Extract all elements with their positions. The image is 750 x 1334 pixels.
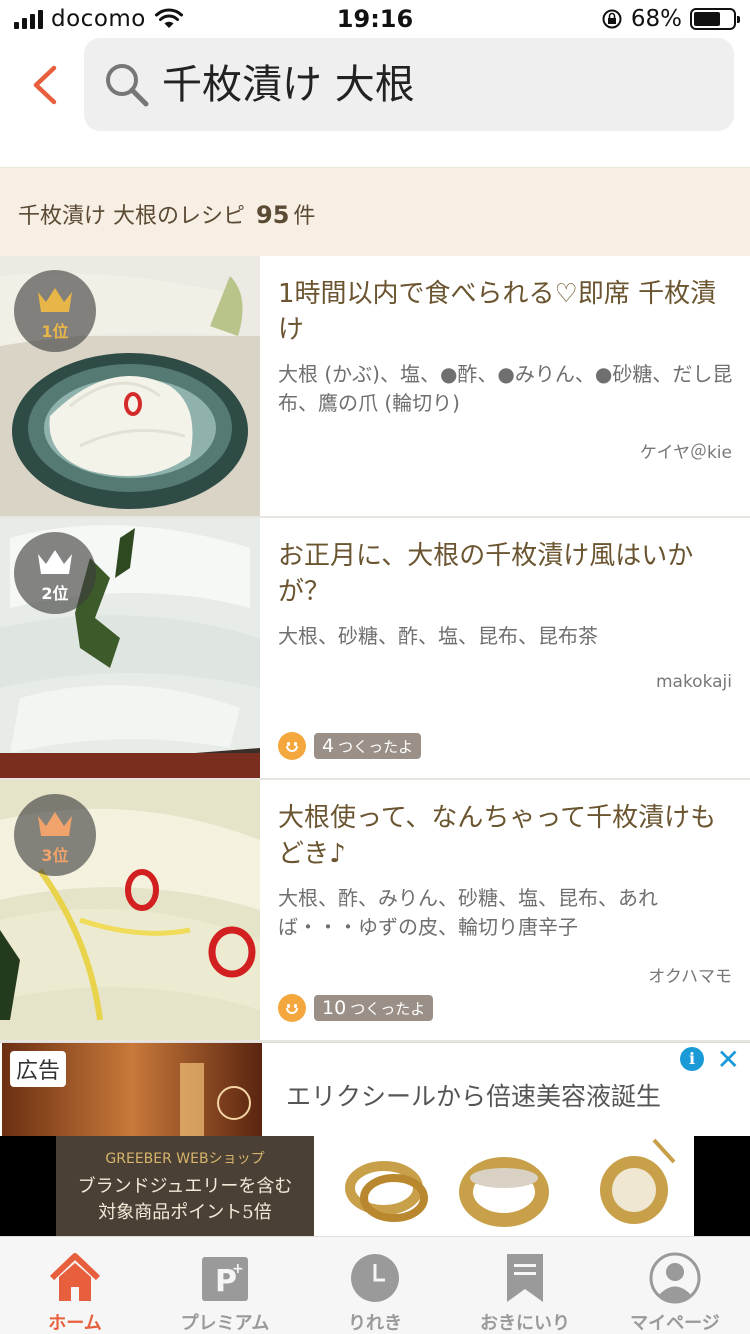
crown-icon xyxy=(38,812,72,836)
crown-icon xyxy=(38,550,72,574)
tab-label: マイページ xyxy=(630,1313,720,1334)
tab-label: ホーム xyxy=(48,1313,102,1334)
tab-bookmarks[interactable]: おきにいり xyxy=(450,1237,600,1334)
tab-history[interactable]: りれき xyxy=(300,1237,450,1334)
search-query[interactable]: 千枚漬け 大根 xyxy=(162,60,415,110)
recipe-card-3[interactable]: 3位 大根使って、なんちゃって千枚漬けもどき♪ 大根、酢、みりん、砂糖、塩、昆布… xyxy=(0,780,750,1042)
recipe-photo[interactable]: 2位 xyxy=(0,518,260,778)
smile-icon xyxy=(278,732,306,760)
ad-label: 広告 xyxy=(10,1051,67,1087)
header-divider xyxy=(0,150,750,168)
battery-percent: 68% xyxy=(630,6,682,32)
recipe-author[interactable]: オクハマモ xyxy=(648,962,732,987)
tsukurepo-label: つくったよ xyxy=(338,738,414,756)
banner-line-2: 対象商品ポイント5倍 xyxy=(98,1202,272,1223)
tab-premium[interactable]: P + プレミアム xyxy=(150,1237,300,1334)
recipe-photo[interactable]: 3位 xyxy=(0,780,260,1040)
banner-ad[interactable]: GREEBER WEBショップ ブランドジュエリーを含む 対象商品ポイント5倍 xyxy=(0,1136,750,1236)
recipe-ingredients: 大根 (かぶ)、塩、●酢、●みりん、●砂糖、だし昆布、鷹の爪 (輪切り) xyxy=(278,362,733,415)
recipe-photo[interactable]: 1位 xyxy=(0,256,260,516)
result-count-suffix: 件 xyxy=(293,204,316,229)
tsukurepo-count[interactable]: 10 つくったよ xyxy=(278,994,434,1022)
tab-home[interactable]: ホーム xyxy=(0,1237,150,1334)
recipe-title[interactable]: お正月に、大根の千枚漬け風はいかが？ xyxy=(278,538,734,610)
back-chevron-icon[interactable] xyxy=(26,62,66,108)
history-icon xyxy=(351,1254,399,1302)
result-count-number: 95 xyxy=(256,201,290,229)
tsukurepo-number: 10 xyxy=(322,997,347,1019)
recipe-ingredients: 大根、砂糖、酢、塩、昆布、昆布茶 xyxy=(278,624,598,648)
jewelry-image xyxy=(345,1138,676,1227)
recipe-card-2[interactable]: 2位 お正月に、大根の千枚漬け風はいかが？ 大根、砂糖、酢、塩、昆布、昆布茶 m… xyxy=(0,518,750,780)
ad-headline[interactable]: エリクシールから倍速美容液誕生 xyxy=(286,1077,661,1113)
ad-close-button[interactable]: ✕ xyxy=(717,1043,740,1076)
svg-text:+: + xyxy=(232,1261,244,1277)
result-count-prefix: 千枚漬け 大根のレシピ xyxy=(18,204,245,229)
smile-icon xyxy=(278,994,306,1022)
tsukurepo-label: つくったよ xyxy=(350,1000,426,1018)
tsukurepo-count[interactable]: 4 つくったよ xyxy=(278,732,422,760)
banner-shop-name: GREEBER WEBショップ xyxy=(105,1151,265,1167)
bookmark-icon xyxy=(507,1254,543,1302)
rank-badge: 1位 xyxy=(14,270,96,352)
home-icon xyxy=(49,1253,101,1301)
status-bar: docomo 19:16 68% xyxy=(0,0,750,40)
recipe-title[interactable]: 1時間以内で食べられる♡即席 千枚漬け xyxy=(278,276,734,348)
crown-icon xyxy=(38,288,72,312)
tab-label: りれき xyxy=(348,1313,402,1334)
tab-mypage[interactable]: マイページ xyxy=(600,1237,750,1334)
tab-label: プレミアム xyxy=(180,1313,270,1334)
tab-label: おきにいり xyxy=(480,1313,570,1334)
search-input[interactable]: 千枚漬け 大根 xyxy=(84,38,734,131)
recipe-author[interactable]: makokaji xyxy=(656,672,732,692)
ad-image[interactable]: 広告 xyxy=(2,1043,262,1137)
search-icon xyxy=(106,64,149,107)
tsukurepo-number: 4 xyxy=(322,735,335,757)
rotation-lock-icon xyxy=(602,9,622,29)
banner-line-1: ブランドジュエリーを含む xyxy=(77,1176,293,1197)
recipe-ingredients: 大根、酢、みりん、砂糖、塩、昆布、あれば・・・ゆずの皮、輪切り唐辛子 xyxy=(278,886,658,939)
recipe-card-1[interactable]: 1位 1時間以内で食べられる♡即席 千枚漬け 大根 (かぶ)、塩、●酢、●みりん… xyxy=(0,256,750,518)
bottom-tab-bar: ホーム P + プレミアム りれき おきにいり マイページ xyxy=(0,1236,750,1334)
battery-icon xyxy=(690,8,740,30)
rank-badge: 2位 xyxy=(14,532,96,614)
info-icon[interactable]: i xyxy=(680,1047,704,1071)
recipe-author[interactable]: ケイヤ＠kie xyxy=(640,438,732,463)
premium-icon: P + xyxy=(202,1257,248,1301)
result-count-bar: 千枚漬け 大根のレシピ 95 件 xyxy=(0,168,750,256)
user-icon xyxy=(649,1252,701,1304)
ad-unit[interactable]: 広告 エリクシールから倍速美容液誕生 i ✕ xyxy=(0,1042,750,1137)
rank-badge: 3位 xyxy=(14,794,96,876)
recipe-title[interactable]: 大根使って、なんちゃって千枚漬けもどき♪ xyxy=(278,800,734,872)
